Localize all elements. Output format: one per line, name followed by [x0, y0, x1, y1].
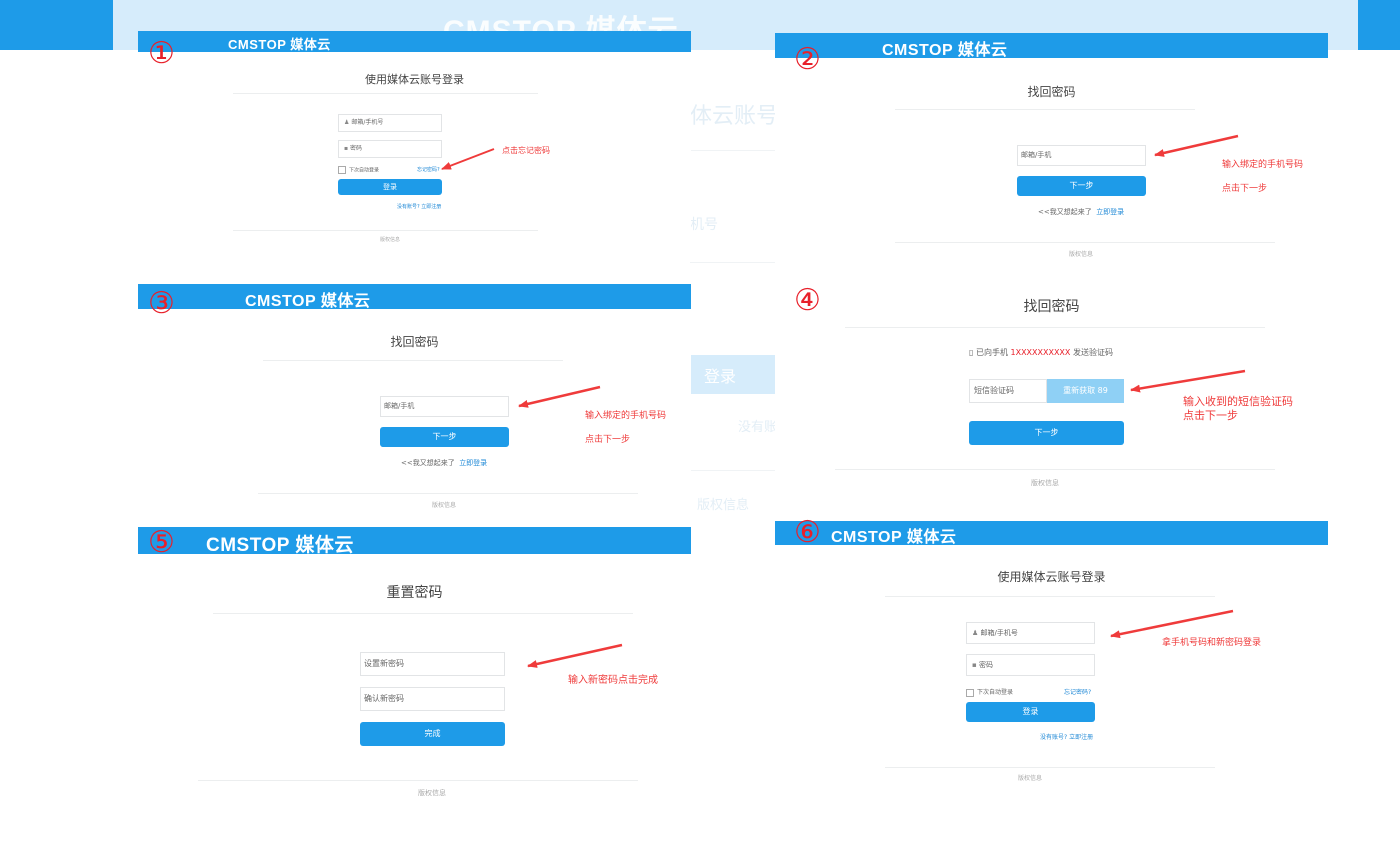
step-2-arrow: [1154, 134, 1239, 157]
annotation-arrows: [441, 134, 1246, 668]
step-5-arrow: [527, 643, 623, 668]
step-6-arrow: [1110, 609, 1234, 639]
step-1-arrow: [441, 148, 495, 170]
step-4-arrow: [1130, 369, 1246, 393]
step-3-arrow: [518, 385, 601, 408]
